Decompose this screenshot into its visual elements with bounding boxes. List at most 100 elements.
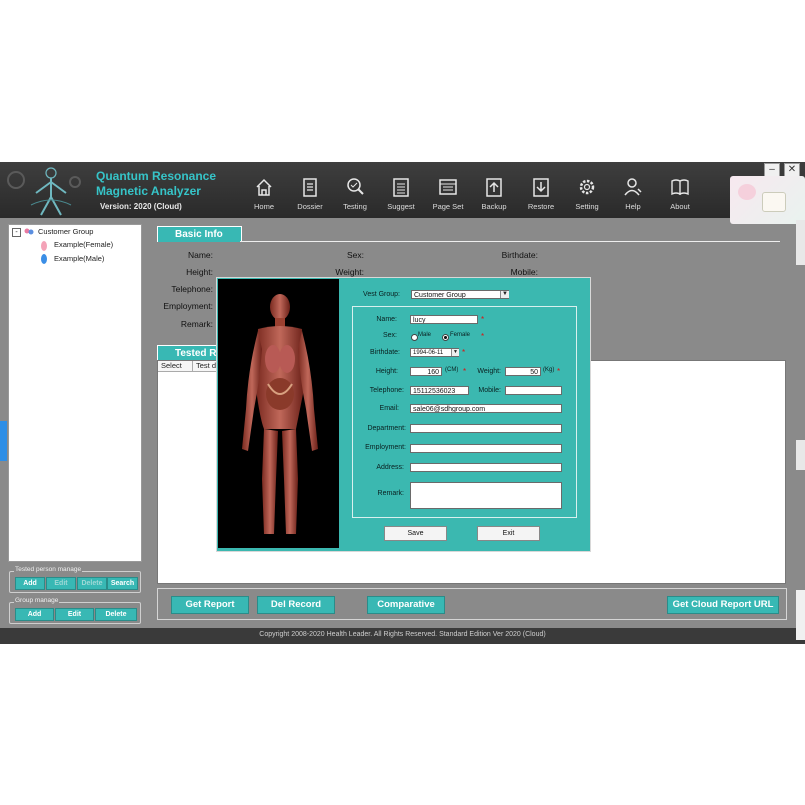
- action-button-bar: Get Report Del Record Comparative Get Cl…: [157, 588, 787, 620]
- group-edit-button[interactable]: Edit: [55, 608, 94, 621]
- toolbar-testing-label: Testing: [343, 202, 367, 211]
- toolbar-setting-button[interactable]: Setting: [567, 176, 607, 211]
- toolbar-pageset-button[interactable]: Page Set: [428, 176, 468, 211]
- dlg-name-input[interactable]: lucy: [410, 315, 478, 324]
- label-weight: Weight:: [335, 267, 364, 277]
- upload-icon: [486, 178, 502, 197]
- dlg-remark-textarea[interactable]: [410, 482, 562, 509]
- toolbar-testing-button[interactable]: Testing: [335, 176, 375, 211]
- dlg-height-input[interactable]: 160: [410, 367, 442, 376]
- tree-root-customer-group[interactable]: Customer Group: [38, 227, 93, 239]
- dlg-birthdate-dropdown-icon[interactable]: ▼: [451, 349, 459, 356]
- dlg-birthdate-label: Birthdate:: [370, 349, 400, 356]
- tested-add-button[interactable]: Add: [15, 577, 45, 590]
- dlg-height-label: Height:: [375, 368, 398, 375]
- app-title-line1: Quantum Resonance: [96, 169, 217, 183]
- dlg-mobile-input[interactable]: [505, 386, 562, 395]
- group-delete-button[interactable]: Delete: [95, 608, 137, 621]
- label-height: Height:: [186, 267, 213, 277]
- dlg-sex-label: Sex:: [382, 332, 397, 339]
- home-icon: [256, 178, 272, 196]
- toolbar-help-button[interactable]: Help: [613, 176, 653, 211]
- toolbar-dossier-button[interactable]: Dossier: [290, 176, 330, 211]
- tested-edit-button[interactable]: Edit: [46, 577, 76, 590]
- dlg-height-required: *: [463, 367, 467, 376]
- toolbar-about-label: About: [670, 202, 690, 211]
- clipboard-icon: [303, 178, 317, 197]
- dlg-sex-male-label: Male: [418, 332, 432, 338]
- toolbar-suggest-label: Suggest: [387, 202, 415, 211]
- toolbar-suggest-button[interactable]: Suggest: [381, 176, 421, 211]
- dlg-telephone-label: Telephone:: [369, 387, 404, 394]
- app-version: Version: 2020 (Cloud): [100, 202, 182, 211]
- dlg-sex-male-radio[interactable]: [411, 334, 418, 341]
- label-name: Name:: [187, 250, 213, 260]
- toolbar-backup-button[interactable]: Backup: [474, 176, 514, 211]
- dlg-telephone-input[interactable]: 15112536023: [410, 386, 469, 395]
- dlg-vest-group-select[interactable]: Customer Group: [411, 290, 509, 299]
- col-select[interactable]: Select: [158, 361, 193, 372]
- dlg-exit-button[interactable]: Exit: [477, 526, 540, 541]
- right-edge-tab-top: [796, 220, 805, 265]
- dlg-email-input[interactable]: sale06@sdhgroup.com: [410, 404, 562, 413]
- dlg-sex-female-radio[interactable]: [442, 334, 449, 341]
- group-add-button[interactable]: Add: [15, 608, 54, 621]
- dlg-weight-input[interactable]: 50: [505, 367, 541, 376]
- dlg-address-label: Address:: [376, 464, 404, 471]
- dlg-sex-female-label: Female: [450, 332, 471, 338]
- logo-ring-small-icon: [69, 176, 81, 188]
- toolbar-home-label: Home: [253, 202, 274, 211]
- toolbar-backup-label: Backup: [481, 202, 507, 211]
- human-anatomy-figure: [242, 294, 318, 534]
- human-figure-logo: [30, 167, 72, 216]
- tab-basic-info[interactable]: Basic Info: [157, 226, 242, 242]
- toolbar-restore-button[interactable]: Restore: [521, 176, 561, 211]
- tree-item-male[interactable]: Example(Male): [54, 254, 104, 266]
- tree-collapse-toggle[interactable]: -: [12, 228, 21, 237]
- tested-person-manage-group: Tested person manage Add Edit Delete Sea…: [9, 566, 141, 593]
- toolbar-about-button[interactable]: About: [660, 176, 700, 211]
- toolbar-restore-label: Restore: [527, 202, 555, 211]
- dlg-sex-required: *: [481, 332, 485, 341]
- tested-delete-button[interactable]: Delete: [77, 577, 107, 590]
- dlg-department-label: Department:: [367, 425, 406, 432]
- left-edge-tab: [0, 421, 7, 461]
- dlg-birthdate-required: *: [462, 348, 466, 357]
- dlg-weight-required: *: [557, 367, 561, 376]
- download-icon: [533, 178, 549, 197]
- toolbar-help-label: Help: [625, 202, 641, 211]
- dlg-vest-group-label: Vest Group:: [363, 291, 400, 298]
- close-button[interactable]: ✕: [784, 163, 800, 177]
- label-telephone: Telephone:: [171, 284, 213, 294]
- magnifier-icon: [347, 178, 364, 195]
- comparative-button[interactable]: Comparative: [367, 596, 445, 614]
- label-mobile: Mobile:: [510, 267, 538, 277]
- minimize-button[interactable]: ‒: [764, 163, 780, 177]
- dlg-employment-label: Employment:: [365, 444, 406, 451]
- customer-tree-panel: - Customer Group Example(Female) Example…: [8, 224, 142, 562]
- right-edge-tab-mid: [796, 440, 805, 470]
- dlg-vest-group-dropdown-icon[interactable]: ▼: [500, 291, 509, 298]
- tested-search-button[interactable]: Search: [107, 577, 138, 590]
- person-icon: [624, 178, 642, 196]
- toolbar-home-button[interactable]: Home: [244, 176, 284, 211]
- dlg-save-button[interactable]: Save: [384, 526, 447, 541]
- label-sex: Sex:: [346, 250, 364, 260]
- dlg-email-label: Email:: [379, 405, 399, 412]
- tested-person-manage-title: Tested person manage: [14, 566, 83, 573]
- decorative-sticker: [730, 176, 805, 224]
- tree-item-female[interactable]: Example(Female): [54, 240, 113, 252]
- dlg-address-input[interactable]: [410, 463, 562, 472]
- get-report-button[interactable]: Get Report: [171, 596, 249, 614]
- dlg-mobile-label: Mobile:: [478, 387, 501, 394]
- right-edge-tab-bottom: [796, 590, 805, 640]
- dlg-department-input[interactable]: [410, 424, 562, 433]
- dlg-employment-input[interactable]: [410, 444, 562, 453]
- del-record-button[interactable]: Del Record: [257, 596, 335, 614]
- dlg-remark-label: Remark:: [377, 490, 404, 497]
- toolbar-pageset-label: Page Set: [432, 202, 464, 211]
- cat-decoration: [762, 192, 786, 212]
- group-icon: [24, 228, 34, 235]
- get-cloud-report-url-button[interactable]: Get Cloud Report URL: [667, 596, 779, 614]
- dlg-weight-unit: (Kg): [543, 367, 555, 373]
